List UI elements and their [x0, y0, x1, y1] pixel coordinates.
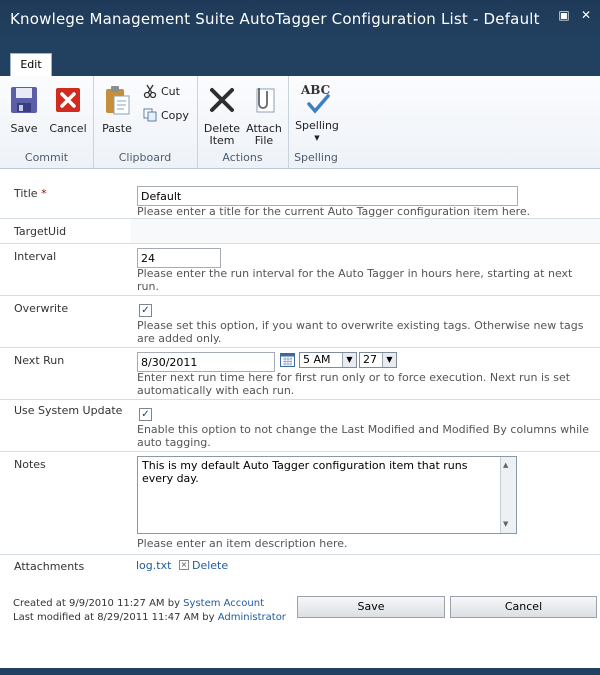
tab-edit[interactable]: Edit — [10, 53, 52, 77]
spelling-button[interactable]: ABC Spelling ▼ — [294, 84, 340, 144]
title-hint: Please enter a title for the current Aut… — [137, 205, 531, 218]
targetuid-row: TargetUid — [0, 219, 600, 244]
interval-hint: Please enter the run interval for the Au… — [137, 267, 573, 293]
paste-label: Paste — [102, 122, 132, 135]
save-icon — [11, 87, 37, 113]
attach-file-button[interactable]: Attach File — [245, 84, 283, 147]
title-bar: Knowlege Management Suite AutoTagger Con… — [0, 0, 600, 40]
notes-label: Notes — [14, 458, 46, 471]
title-label: Title * — [14, 187, 47, 200]
paste-icon — [106, 86, 130, 115]
targetuid-label: TargetUid — [14, 225, 67, 238]
window-bottom-border — [0, 668, 600, 675]
spelling-dropdown-icon: ▼ — [314, 134, 320, 142]
required-marker: * — [41, 187, 47, 200]
systemupdate-row: Use System Update ✓ Enable this option t… — [0, 400, 600, 452]
attachments-row: Attachments log.txt × Delete — [0, 555, 600, 577]
paperclip-icon — [256, 88, 275, 113]
nextrun-minute-value: 27 — [363, 353, 377, 366]
save-label: Save — [10, 122, 38, 135]
attachment-link[interactable]: log.txt — [136, 559, 171, 572]
ribbon-tab-bar: Edit — [0, 40, 600, 77]
notes-textarea[interactable]: This is my default Auto Tagger configura… — [137, 456, 517, 534]
nextrun-hour-select[interactable]: 5 AM ▼ — [299, 352, 357, 368]
scissors-icon — [143, 84, 157, 98]
cut-button[interactable]: Cut — [143, 84, 180, 98]
attachments-label: Attachments — [14, 560, 85, 573]
nextrun-row: Next Run 5 AM ▼ 27 ▼ Enter next run time… — [0, 348, 600, 400]
cancel-icon — [56, 88, 80, 112]
actions-group-label: Actions — [222, 151, 263, 164]
clipboard-group-label: Clipboard — [118, 151, 172, 164]
save-button[interactable]: Save — [6, 84, 42, 135]
cut-label: Cut — [161, 84, 180, 98]
nextrun-label: Next Run — [14, 354, 65, 367]
overwrite-label: Overwrite — [14, 302, 69, 315]
ribbon: Save Cancel Commit Paste Cut Copy Clipbo… — [0, 76, 600, 169]
overwrite-checkbox[interactable]: ✓ — [139, 304, 152, 317]
created-info: Created at 9/9/2010 11:27 AM by System A… — [13, 598, 265, 609]
notes-text-line1: This is my default Auto Tagger configura… — [142, 459, 468, 472]
cancel-label: Cancel — [49, 122, 87, 135]
delete-item-button[interactable]: Delete Item — [203, 84, 241, 147]
delete-small-icon[interactable]: × — [179, 560, 189, 570]
commit-group-label: Commit — [24, 151, 69, 164]
ribbon-group-actions: Delete Item Attach File Actions — [197, 76, 289, 168]
targetuid-value — [131, 219, 600, 243]
nextrun-date-input[interactable] — [137, 352, 275, 372]
modified-by-link[interactable]: Administrator — [218, 612, 286, 623]
interval-row: Interval Please enter the run interval f… — [0, 244, 600, 296]
copy-label: Copy — [161, 108, 189, 122]
chevron-down-icon: ▼ — [342, 353, 356, 367]
interval-input[interactable] — [137, 248, 221, 268]
notes-hint: Please enter an item description here. — [137, 537, 348, 550]
nextrun-hour-value: 5 AM — [303, 353, 331, 366]
scroll-down-icon[interactable]: ▼ — [503, 518, 508, 531]
ribbon-group-commit: Save Cancel Commit — [0, 76, 94, 168]
interval-label: Interval — [14, 250, 57, 263]
systemupdate-hint: Enable this option to not change the Las… — [137, 423, 589, 449]
save-button-bottom[interactable]: Save — [297, 596, 445, 618]
calendar-icon[interactable] — [280, 353, 295, 367]
copy-button[interactable]: Copy — [143, 108, 189, 122]
title-row: Title * Please enter a title for the cur… — [0, 180, 600, 219]
created-by-link[interactable]: System Account — [183, 598, 264, 609]
delete-icon — [210, 88, 234, 112]
window-title: Knowlege Management Suite AutoTagger Con… — [10, 10, 540, 28]
spelling-group-label: Spelling — [294, 151, 338, 164]
overwrite-hint: Please set this option, if you want to o… — [137, 319, 584, 345]
ribbon-group-clipboard: Paste Cut Copy Clipboard — [93, 76, 198, 168]
modified-info: Last modified at 8/29/2011 11:47 AM by A… — [13, 612, 286, 623]
chevron-down-icon: ▼ — [382, 353, 396, 367]
nextrun-minute-select[interactable]: 27 ▼ — [359, 352, 397, 368]
ribbon-group-spelling: ABC Spelling ▼ Spelling — [288, 76, 344, 168]
delete-label-2: Item — [209, 134, 235, 147]
notes-scrollbar[interactable]: ▲ ▼ — [500, 457, 516, 533]
notes-row: Notes This is my default Auto Tagger con… — [0, 452, 600, 555]
close-icon[interactable]: ✕ — [580, 9, 592, 21]
notes-text-line2: every day. — [142, 472, 199, 485]
spelling-icon: ABC — [301, 84, 333, 116]
cancel-ribbon-button[interactable]: Cancel — [48, 84, 88, 135]
attachment-delete-link[interactable]: Delete — [192, 559, 228, 572]
attach-label-2: File — [254, 134, 274, 147]
scroll-up-icon[interactable]: ▲ — [503, 459, 508, 472]
maximize-icon[interactable]: ▣ — [558, 9, 570, 21]
copy-icon — [143, 108, 157, 122]
spelling-label: Spelling — [295, 119, 339, 132]
title-input[interactable] — [137, 186, 518, 206]
paste-button[interactable]: Paste — [99, 84, 135, 135]
overwrite-row: Overwrite ✓ Please set this option, if y… — [0, 296, 600, 348]
cancel-button-bottom[interactable]: Cancel — [450, 596, 597, 618]
nextrun-hint: Enter next run time here for first run o… — [137, 371, 571, 397]
systemupdate-label: Use System Update — [14, 404, 123, 417]
systemupdate-checkbox[interactable]: ✓ — [139, 408, 152, 421]
